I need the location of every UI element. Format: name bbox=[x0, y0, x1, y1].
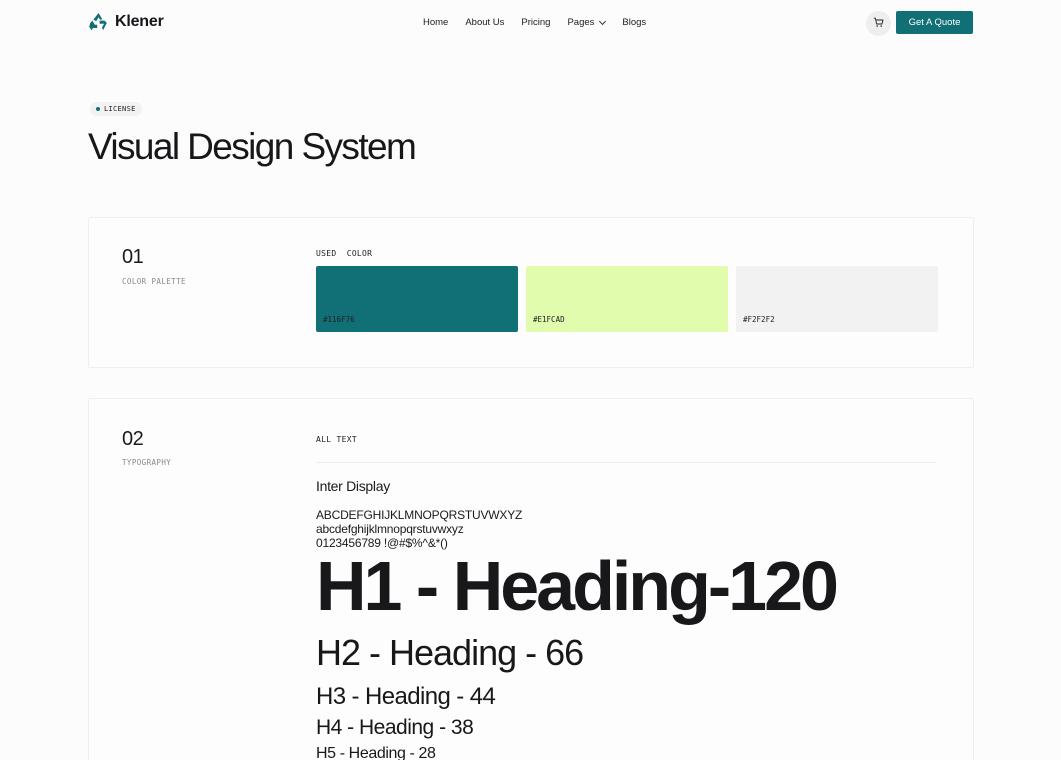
section-number: 02 bbox=[122, 428, 144, 450]
font-name: Inter Display bbox=[316, 478, 390, 494]
h5-sample: H5 - Heading - 28 bbox=[316, 745, 436, 760]
recycle-icon bbox=[88, 12, 109, 32]
badge-label: LICENSE bbox=[104, 105, 136, 113]
nav-home[interactable]: Home bbox=[423, 17, 448, 28]
nav-pricing-label: Pricing bbox=[521, 17, 551, 28]
h1-sample: H1 - Heading-120 bbox=[316, 547, 839, 625]
nav-about-us-label: About Us bbox=[465, 17, 505, 28]
h2-sample: H2 - Heading - 66 bbox=[316, 632, 584, 673]
badge-dot bbox=[96, 107, 100, 111]
logo[interactable]: Klener bbox=[88, 12, 164, 32]
main-nav: Home About Us Pricing Pages Blogs bbox=[423, 17, 646, 28]
nav-pricing[interactable]: Pricing bbox=[521, 17, 550, 28]
swatch-accent: #E1FCAD bbox=[526, 266, 728, 332]
nav-pages[interactable]: Pages bbox=[567, 17, 607, 28]
section-number: 01 bbox=[122, 246, 144, 268]
page: Klener Home About Us Pricing Pages Blogs… bbox=[0, 0, 1061, 760]
swatch-code: #F2F2F2 bbox=[743, 315, 775, 324]
swatch-primary: #116F76 bbox=[316, 266, 518, 332]
nav-about-us[interactable]: About Us bbox=[465, 17, 504, 28]
get-a-quote-button[interactable]: Get A Quote bbox=[896, 11, 973, 34]
section-label: COLOR PALETTE bbox=[122, 277, 186, 286]
nav-home-label: Home bbox=[423, 17, 449, 28]
nav-pages-label: Pages bbox=[567, 17, 595, 28]
logo-text: Klener bbox=[115, 13, 164, 30]
page-title: Visual Design System bbox=[88, 126, 417, 167]
cart-button[interactable] bbox=[866, 11, 891, 36]
color-palette-card: 01 COLOR PALETTE USED COLOR #116F76 #E1F… bbox=[88, 217, 974, 368]
swatch-code: #116F76 bbox=[323, 315, 355, 324]
typography-card: 02 TYPOGRAPHY ALL TEXT Inter Display ABC… bbox=[88, 398, 974, 760]
section-label: TYPOGRAPHY bbox=[122, 458, 172, 467]
swatch-neutral: #F2F2F2 bbox=[736, 266, 938, 332]
all-text-heading: ALL TEXT bbox=[316, 435, 357, 444]
uppercase-glyphs: ABCDEFGHIJKLMNOPQRSTUVWXYZ bbox=[316, 508, 523, 522]
nav-blogs[interactable]: Blogs bbox=[622, 17, 646, 28]
h3-sample: H3 - Heading - 44 bbox=[316, 683, 496, 710]
chevron-down-icon bbox=[599, 17, 607, 25]
swatch-code: #E1FCAD bbox=[533, 315, 565, 324]
divider bbox=[316, 462, 936, 463]
cart-icon bbox=[873, 15, 884, 33]
nav-blogs-label: Blogs bbox=[622, 17, 647, 28]
h4-sample: H4 - Heading - 38 bbox=[316, 716, 474, 739]
used-color-heading: USED COLOR bbox=[316, 249, 373, 258]
lowercase-glyphs: abcdefghijklmnopqrstuvwxyz bbox=[316, 522, 464, 536]
license-badge: LICENSE bbox=[90, 102, 142, 116]
